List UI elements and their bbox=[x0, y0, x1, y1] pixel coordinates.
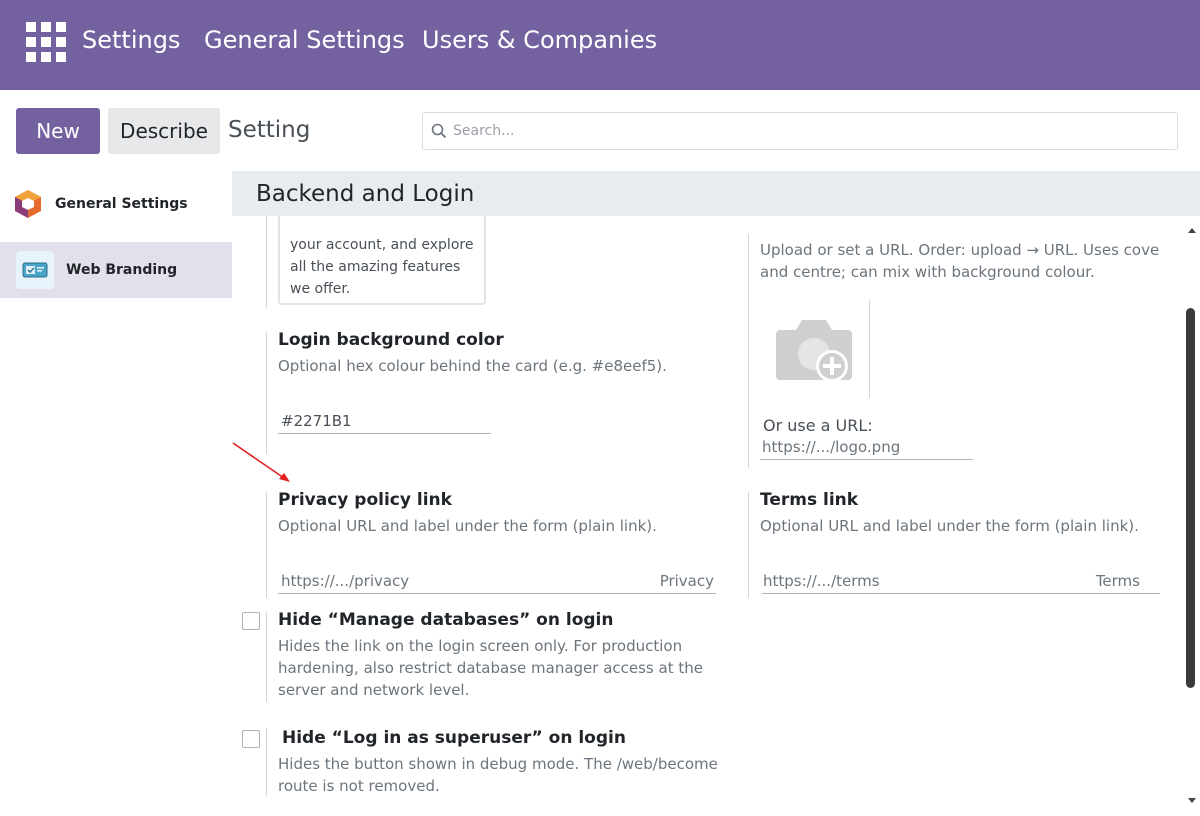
hide-databases-desc: Hides the link on the login screen only.… bbox=[278, 637, 703, 699]
bg-color-label: Login background color bbox=[278, 330, 504, 350]
settings-content: your account, and explore all the amazin… bbox=[232, 216, 1200, 816]
logo-url-input[interactable]: https://.../logo.png bbox=[760, 438, 973, 460]
hide-superuser-desc: Hides the button shown in debug mode. Th… bbox=[278, 755, 718, 795]
search-input[interactable] bbox=[453, 123, 1153, 139]
or-url-label: Or use a URL: bbox=[763, 416, 873, 435]
menu-general-settings[interactable]: General Settings bbox=[204, 26, 405, 54]
sidebar-item-general-settings[interactable]: General Settings bbox=[0, 176, 232, 232]
annotation-arrow-icon bbox=[232, 442, 290, 482]
section-title: Backend and Login bbox=[256, 181, 475, 207]
privacy-url-input[interactable]: https://.../privacy Privacy bbox=[278, 572, 716, 594]
breadcrumb: Setting bbox=[228, 117, 311, 143]
terms-url-input[interactable]: https://.../terms Terms bbox=[762, 572, 1160, 594]
search-bar[interactable] bbox=[422, 112, 1178, 150]
hide-superuser-checkbox[interactable] bbox=[242, 730, 260, 748]
new-button[interactable]: New bbox=[16, 108, 100, 154]
sidebar-item-label: Web Branding bbox=[66, 262, 178, 278]
search-icon bbox=[431, 123, 447, 139]
app-brand[interactable]: Settings bbox=[82, 26, 180, 54]
setting-divider bbox=[266, 332, 267, 454]
describe-button[interactable]: Describe bbox=[108, 108, 220, 154]
scroll-thumb[interactable] bbox=[1186, 308, 1195, 688]
apps-menu-icon[interactable] bbox=[26, 22, 66, 62]
privacy-link-label: Privacy policy link bbox=[278, 490, 452, 510]
content-scrollbar[interactable] bbox=[1184, 216, 1200, 816]
section-header: Backend and Login bbox=[232, 171, 1200, 216]
terms-link-desc: Optional URL and label under the form (p… bbox=[760, 517, 1139, 535]
sidebar-item-web-branding[interactable]: Web Branding bbox=[0, 242, 232, 298]
hide-databases-checkbox[interactable] bbox=[242, 612, 260, 630]
bg-color-input[interactable]: #2271B1 bbox=[278, 412, 491, 434]
privacy-link-desc: Optional URL and label under the form (p… bbox=[278, 517, 657, 535]
welcome-text-card[interactable]: your account, and explore all the amazin… bbox=[278, 216, 486, 305]
setting-divider bbox=[266, 492, 267, 598]
setting-divider bbox=[748, 234, 749, 468]
setting-divider bbox=[266, 612, 267, 702]
terms-link-label: Terms link bbox=[760, 490, 859, 510]
menu-users-companies[interactable]: Users & Companies bbox=[422, 26, 657, 54]
hide-databases-label: Hide “Manage databases” on login bbox=[278, 610, 614, 630]
top-navbar: Settings General Settings Users & Compan… bbox=[0, 0, 1200, 90]
scroll-down-icon[interactable] bbox=[1188, 798, 1196, 803]
bg-color-desc: Optional hex colour behind the card (e.g… bbox=[278, 357, 667, 375]
scroll-up-icon[interactable] bbox=[1188, 228, 1196, 233]
setting-divider bbox=[748, 492, 749, 598]
odoo-hexagon-icon bbox=[15, 190, 41, 218]
web-branding-icon bbox=[16, 251, 54, 289]
settings-sidebar: General Settings Web Branding bbox=[0, 171, 232, 816]
setting-divider bbox=[266, 728, 267, 796]
camera-plus-icon[interactable] bbox=[770, 312, 858, 384]
image-divider bbox=[869, 300, 870, 398]
sidebar-item-label: General Settings bbox=[55, 196, 188, 212]
hide-superuser-label: Hide “Log in as superuser” on login bbox=[282, 728, 626, 748]
setting-divider bbox=[266, 216, 267, 308]
background-image-desc: Upload or set a URL. Order: upload → URL… bbox=[760, 241, 1160, 281]
